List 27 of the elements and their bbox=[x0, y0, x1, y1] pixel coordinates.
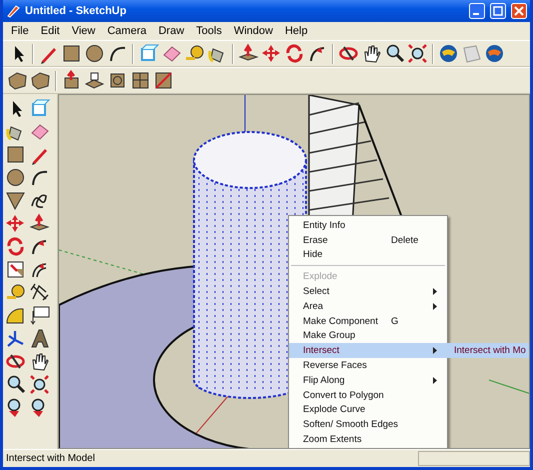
context-menu-item[interactable]: Flip Along bbox=[289, 372, 447, 388]
menu-item[interactable]: Window bbox=[228, 25, 279, 37]
menu-item[interactable]: View bbox=[66, 25, 102, 37]
shortcut-label: G bbox=[391, 316, 400, 327]
context-menu-item[interactable]: Explode Curve bbox=[289, 402, 447, 418]
context-menu-item[interactable]: Make Component G bbox=[289, 314, 447, 329]
context-menu-item[interactable]: Select bbox=[289, 284, 447, 299]
context-menu-item[interactable]: Convert to Polygon bbox=[289, 388, 447, 403]
menu-item[interactable]: Draw bbox=[152, 25, 190, 37]
menu-item[interactable]: File bbox=[5, 25, 35, 37]
context-menu-item[interactable]: Reverse Faces bbox=[289, 358, 447, 373]
menu-item[interactable]: Help bbox=[278, 25, 314, 37]
menu-item[interactable]: Edit bbox=[34, 25, 66, 37]
context-menu-item[interactable]: Area bbox=[289, 298, 447, 314]
shortcut-label: Delete bbox=[391, 234, 420, 246]
menu-item[interactable]: Tools bbox=[190, 25, 228, 37]
submenu-item[interactable]: Intersect with Mo bbox=[446, 343, 529, 358]
menu-item[interactable]: Camera bbox=[101, 25, 152, 37]
status-text: Intersect with Model bbox=[6, 453, 95, 464]
context-menu-item[interactable]: Erase Delete bbox=[289, 232, 447, 248]
window-title: Untitled - SketchUp bbox=[25, 5, 128, 17]
context-menu-item[interactable]: Entity Info bbox=[289, 218, 447, 233]
context-menu-item[interactable]: Make Group bbox=[289, 328, 447, 344]
context-menu-item[interactable]: Hide bbox=[289, 248, 447, 262]
context-menu-item[interactable]: Soften/ Smooth Edges bbox=[289, 417, 447, 432]
context-menu-item[interactable]: Intersect bbox=[289, 343, 447, 358]
context-menu-item[interactable]: Zoom Extents bbox=[289, 432, 447, 447]
